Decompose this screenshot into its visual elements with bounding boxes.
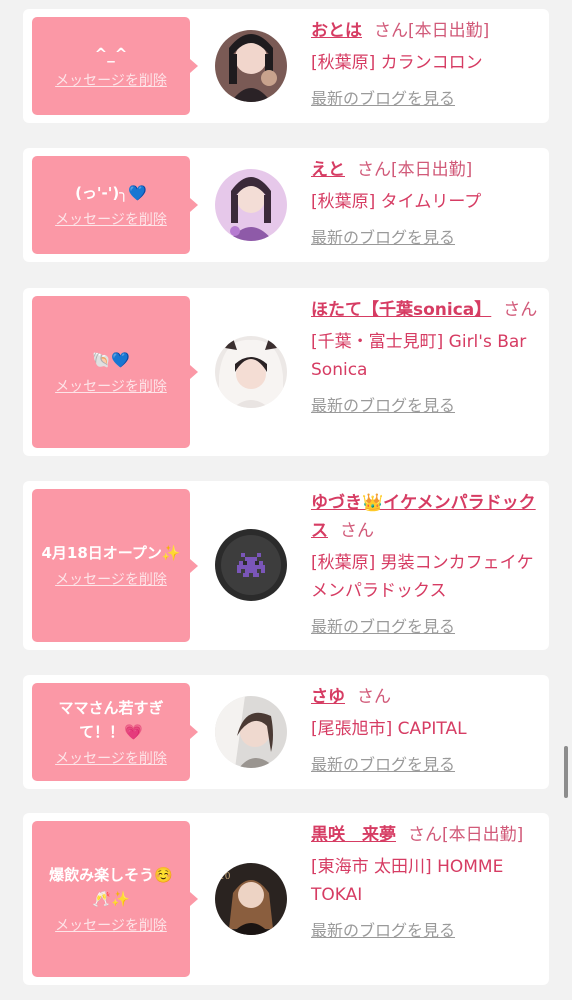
message-card: 4月18日オープン✨ メッセージを削除 ゆづき👑イケメンパラドックス さん [秋葉… (23, 481, 549, 650)
shop-label: [尾張旭市] CAPITAL (311, 719, 467, 739)
cast-name-link[interactable]: ほたて【千葉sonica】 (311, 300, 491, 320)
delete-message-link[interactable]: メッセージを削除 (55, 570, 167, 590)
message-text: 爆飲み楽しそう☺️🥂✨ (49, 865, 173, 908)
delete-message-link[interactable]: メッセージを削除 (55, 71, 167, 91)
honorific: さん (408, 825, 442, 845)
svg-text:10: 10 (219, 872, 231, 882)
delete-message-link[interactable]: メッセージを削除 (55, 749, 167, 769)
message-text: 🐚💙 (92, 350, 130, 369)
avatar[interactable] (215, 696, 287, 768)
cast-info: ほたて【千葉sonica】 さん [千葉・富士見町] Girl's Bar Son… (311, 296, 543, 420)
cast-name-link[interactable]: 黒咲 来夢 (311, 825, 396, 845)
message-bubble: 4月18日オープン✨ メッセージを削除 (32, 489, 198, 642)
message-card: 🐚💙 メッセージを削除 ほたて【千葉sonica】 さん [千葉・富士見町] Gi… (23, 288, 549, 456)
scrollbar[interactable] (564, 746, 568, 798)
cast-info: 黒咲 来夢 さん[本日出勤] [東海市 太田川] HOMME TOKAI 最新のブ… (311, 821, 543, 945)
cast-info: えと さん[本日出勤] [秋葉原] タイムリープ 最新のブログを見る (311, 156, 543, 252)
message-text: (っ'-')╮💙 (75, 183, 147, 202)
message-bubble: 爆飲み楽しそう☺️🥂✨ メッセージを削除 (32, 821, 198, 977)
honorific: さん (340, 521, 374, 541)
honorific: さん (374, 21, 408, 41)
latest-blog-link[interactable]: 最新のブログを見る (311, 917, 543, 945)
message-bubble: (っ'-')╮💙 メッセージを削除 (32, 156, 198, 254)
status-badge: [本日出勤] (442, 825, 524, 845)
latest-blog-link[interactable]: 最新のブログを見る (311, 392, 543, 420)
message-text: ママさん若すぎて！！💗 (58, 698, 164, 741)
cast-name-link[interactable]: えと (311, 160, 345, 180)
message-card: 爆飲み楽しそう☺️🥂✨ メッセージを削除 10 黒咲 来夢 さん[本日出勤] [東… (23, 813, 549, 985)
message-text: ^_^ (94, 44, 128, 63)
honorific: さん (357, 160, 391, 180)
message-bubble: ^_^ メッセージを削除 (32, 17, 198, 115)
delete-message-link[interactable]: メッセージを削除 (55, 377, 167, 397)
shop-label: [秋葉原] カランコロン (311, 53, 483, 73)
honorific: さん (357, 687, 391, 707)
cast-info: おとは さん[本日出勤] [秋葉原] カランコロン 最新のブログを見る (311, 17, 543, 113)
latest-blog-link[interactable]: 最新のブログを見る (311, 85, 543, 113)
avatar[interactable] (215, 169, 287, 241)
delete-message-link[interactable]: メッセージを削除 (55, 916, 167, 936)
message-bubble: ママさん若すぎて！！💗 メッセージを削除 (32, 683, 198, 781)
latest-blog-link[interactable]: 最新のブログを見る (311, 613, 543, 641)
cast-info: さゆ さん [尾張旭市] CAPITAL 最新のブログを見る (311, 683, 543, 779)
message-bubble: 🐚💙 メッセージを削除 (32, 296, 198, 448)
latest-blog-link[interactable]: 最新のブログを見る (311, 751, 543, 779)
status-badge: [本日出勤] (391, 160, 473, 180)
cast-name-link[interactable]: さゆ (311, 687, 345, 707)
shop-label: [秋葉原] タイムリープ (311, 192, 482, 212)
shop-label: [東海市 太田川] HOMME TOKAI (311, 857, 504, 905)
honorific: さん (503, 300, 538, 320)
shop-label: [秋葉原] 男装コンカフェイケメンパラドックス (311, 553, 534, 601)
message-card: ママさん若すぎて！！💗 メッセージを削除 さゆ さん [尾張旭市] CAPITAL… (23, 675, 549, 789)
avatar[interactable] (215, 30, 287, 102)
delete-message-link[interactable]: メッセージを削除 (55, 210, 167, 230)
space-invader-avatar[interactable] (215, 529, 287, 601)
cast-info: ゆづき👑イケメンパラドックス さん [秋葉原] 男装コンカフェイケメンパラドックス… (311, 489, 543, 641)
avatar[interactable] (215, 336, 287, 408)
message-card: (っ'-')╮💙 メッセージを削除 えと さん[本日出勤] [秋葉原] タイムリー… (23, 148, 549, 262)
message-card: ^_^ メッセージを削除 おとは さん[本日出勤] [秋葉原] カランコロン 最新… (23, 9, 549, 123)
avatar[interactable]: 10 (215, 863, 287, 935)
status-badge: [本日出勤] (408, 21, 490, 41)
message-text: 4月18日オープン✨ (41, 544, 181, 562)
latest-blog-link[interactable]: 最新のブログを見る (311, 224, 543, 252)
cast-name-link[interactable]: おとは (311, 21, 362, 41)
shop-label: [千葉・富士見町] Girl's Bar Sonica (311, 332, 527, 380)
